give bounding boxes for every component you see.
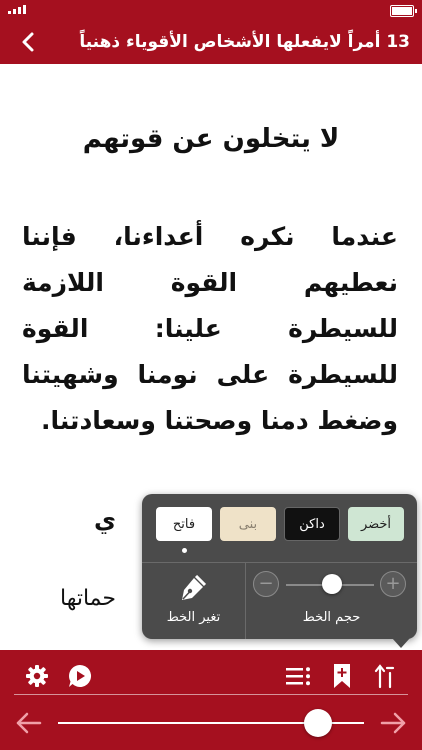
divider — [245, 563, 246, 639]
battery-icon — [390, 5, 417, 17]
chevron-left-icon — [22, 32, 34, 52]
theme-sepia-button[interactable]: بنى — [220, 507, 276, 541]
change-font-button[interactable]: تغير الخط — [142, 563, 245, 639]
back-button[interactable] — [10, 24, 46, 60]
previous-page-button[interactable] — [14, 708, 44, 738]
signal-icon — [8, 5, 26, 14]
list-icon — [286, 667, 310, 686]
font-size-label: حجم الخط — [302, 610, 361, 625]
audio-button[interactable] — [65, 661, 95, 691]
theme-dark-button[interactable]: داكن — [284, 507, 340, 541]
reading-progress-thumb[interactable] — [304, 709, 332, 737]
paragraph: عندما نكره أعداءنا، فإننا نعطيهم القوة ا… — [22, 222, 398, 435]
page-title: 13 أمراً لايفعلها الأشخاص الأقوياء ذهنيا… — [79, 32, 410, 52]
font-size-decrease-button[interactable]: − — [253, 571, 279, 597]
arrow-right-icon — [380, 712, 406, 734]
selected-indicator — [182, 548, 187, 553]
change-font-label: تغير الخط — [166, 610, 221, 625]
bookmark-add-icon — [334, 664, 350, 688]
popover-arrow — [392, 638, 410, 648]
pen-icon — [182, 575, 206, 600]
reading-settings-popover: فاتح بنى داكن أخضر تغير الخط − + حجم الخ… — [142, 494, 417, 639]
theme-light-button[interactable]: فاتح — [156, 507, 212, 541]
nav-bar: 13 أمراً لايفعلها الأشخاص الأقوياء ذهنيا… — [0, 20, 422, 64]
font-size-increase-button[interactable]: + — [380, 571, 406, 597]
settings-button[interactable] — [22, 661, 52, 691]
arrow-left-icon — [16, 712, 42, 734]
audio-chat-icon — [69, 664, 92, 687]
divider — [14, 694, 408, 695]
theme-green-button[interactable]: أخضر — [348, 507, 404, 541]
bookmark-button[interactable] — [327, 661, 357, 691]
text-direction-button[interactable] — [370, 661, 400, 691]
font-size-slider-thumb[interactable] — [322, 574, 342, 594]
text-direction-icon — [374, 664, 395, 689]
theme-selector: فاتح بنى داكن أخضر — [156, 507, 404, 541]
partial-text-line: ي — [94, 506, 116, 534]
bottom-toolbar — [0, 650, 422, 750]
status-bar — [0, 0, 422, 20]
partial-text-line: حماتها — [60, 586, 116, 611]
chapter-heading: لا يتخلون عن قوتهم — [82, 124, 340, 154]
settings-icon — [26, 665, 48, 687]
next-page-button[interactable] — [378, 708, 408, 738]
table-of-contents-button[interactable] — [284, 661, 314, 691]
